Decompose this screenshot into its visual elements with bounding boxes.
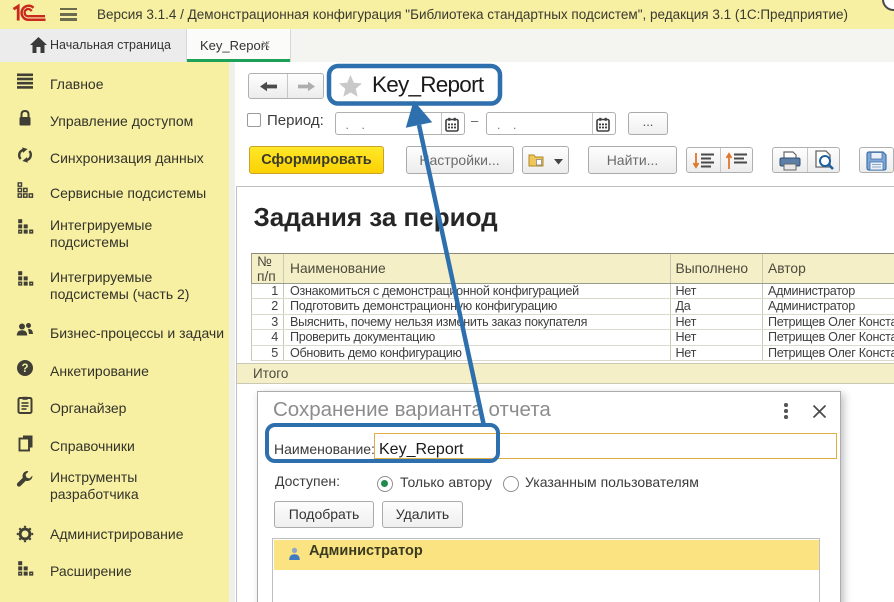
svg-text:?: ? <box>21 363 28 375</box>
